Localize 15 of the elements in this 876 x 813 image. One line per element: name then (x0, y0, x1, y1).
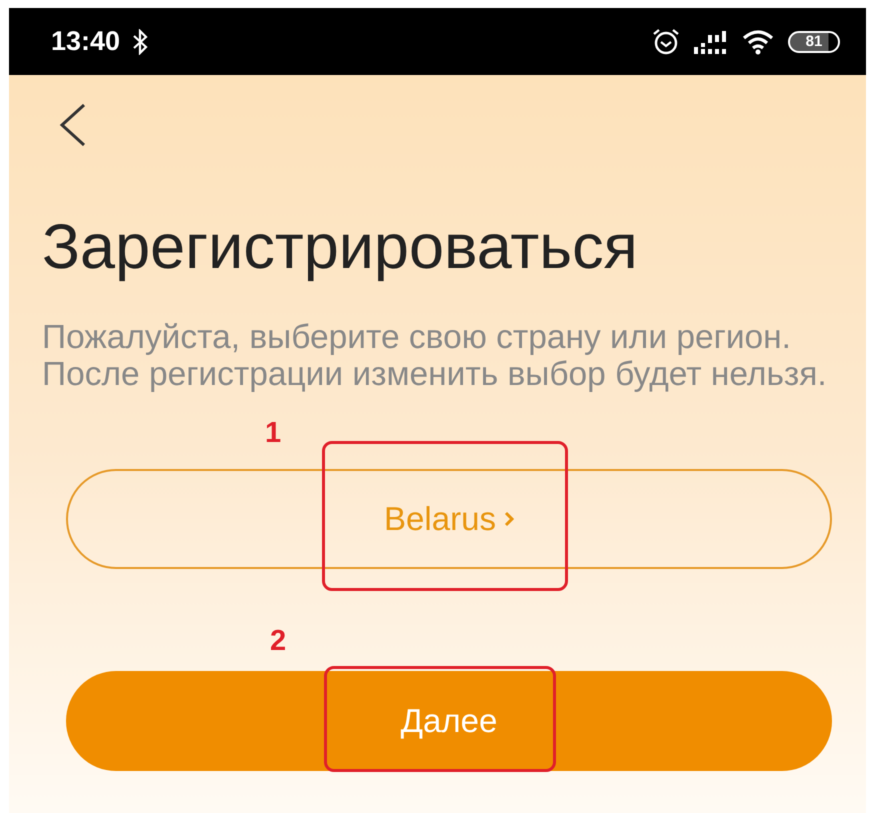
alarm-icon (652, 28, 680, 56)
bluetooth-icon (132, 28, 148, 54)
instruction-text: Пожалуйста, выберите свою страну или регион. (42, 319, 792, 356)
annotation-number: 2 (270, 625, 286, 658)
signal-icon (694, 28, 728, 54)
back-button[interactable] (58, 103, 88, 147)
status-time: 13:40 (51, 26, 120, 57)
country-selector[interactable]: Belarus (66, 469, 832, 569)
wifi-icon (742, 28, 774, 54)
chevron-icon (504, 511, 514, 527)
next-button[interactable]: Далее (66, 671, 832, 771)
page-title: Зарегистрироваться (42, 211, 639, 283)
battery-indicator: 81 (788, 30, 840, 52)
annotation-number: 1 (265, 417, 282, 450)
instruction-text: После регистрации изменить выбор будет нельзя. (42, 356, 828, 393)
